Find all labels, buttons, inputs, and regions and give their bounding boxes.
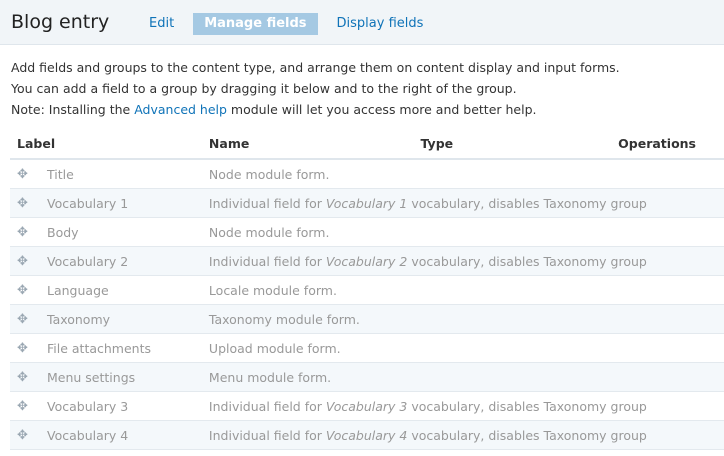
table-row[interactable]: ✥ Vocabulary 1 Individual field for Vocab… <box>10 188 724 218</box>
field-name-cell: Upload module form. <box>208 333 724 363</box>
field-name-cell: Individual field for Vocabulary 3 vocabu… <box>208 391 724 421</box>
drag-handle-icon[interactable]: ✥ <box>10 196 47 211</box>
vocabulary-name: Vocabulary 2 <box>325 253 408 269</box>
page-header: Blog entry Edit Manage fields Display fi… <box>0 0 724 45</box>
field-name-suffix: vocabulary, disables Taxonomy group <box>407 253 647 269</box>
help-line-3-suffix: module will let you access more and bett… <box>226 102 537 117</box>
tabs: Edit Manage fields Display fields <box>138 13 442 35</box>
page-title: Blog entry <box>11 11 110 33</box>
field-label: Vocabulary 3 <box>47 399 129 414</box>
field-label: Body <box>47 225 79 240</box>
column-header-operations: Operations <box>618 128 724 160</box>
field-name-prefix: Individual field for <box>208 195 326 211</box>
fields-table-body: ✥ Title Node module form. ✥ Vocabulary 1 I… <box>10 159 724 450</box>
field-label: Taxonomy <box>47 312 111 327</box>
field-label-cell: ✥ Body <box>10 217 209 247</box>
drag-handle-icon[interactable]: ✥ <box>10 399 47 414</box>
help-line-2: You can add a field to a group by draggi… <box>11 81 517 96</box>
tab-manage-fields[interactable]: Manage fields <box>193 13 318 35</box>
field-name: Node module form. <box>208 224 330 240</box>
field-name-cell: Individual field for Vocabulary 1 vocabu… <box>208 188 724 218</box>
field-label-cell: ✥ Language <box>10 275 209 305</box>
drag-handle-icon[interactable]: ✥ <box>10 312 47 327</box>
field-name-suffix: vocabulary, disables Taxonomy group <box>407 195 647 211</box>
help-line-1: Add fields and groups to the content typ… <box>11 60 620 75</box>
table-row[interactable]: ✥ Body Node module form. <box>10 217 724 247</box>
field-label-cell: ✥ Menu settings <box>10 362 209 392</box>
field-label-cell: ✥ Taxonomy <box>10 304 209 334</box>
field-label-cell: ✥ Vocabulary 1 <box>10 188 209 218</box>
drag-handle-icon[interactable]: ✥ <box>10 167 47 182</box>
field-label-cell: ✥ Vocabulary 4 <box>10 420 209 450</box>
field-label-cell: ✥ Vocabulary 3 <box>10 391 209 421</box>
field-name-suffix: vocabulary, disables Taxonomy group <box>407 398 647 414</box>
field-label: Vocabulary 4 <box>47 428 129 443</box>
help-line-3: Note: Installing the Advanced help modul… <box>11 99 713 120</box>
fields-table: Label Name Type Operations ✥ Title Node m… <box>10 128 724 450</box>
vocabulary-name: Vocabulary 1 <box>325 195 408 211</box>
table-row[interactable]: ✥ File attachments Upload module form. <box>10 333 724 363</box>
field-label: Menu settings <box>47 370 136 385</box>
drag-handle-icon[interactable]: ✥ <box>10 370 47 385</box>
vocabulary-name: Vocabulary 4 <box>325 427 408 443</box>
field-label: Title <box>47 167 74 182</box>
advanced-help-link[interactable]: Advanced help <box>134 102 227 117</box>
help-text: Add fields and groups to the content typ… <box>0 45 724 120</box>
table-header-row: Label Name Type Operations <box>10 128 724 160</box>
table-row[interactable]: ✥ Title Node module form. <box>10 159 724 189</box>
table-row[interactable]: ✥ Vocabulary 4 Individual field for Vocab… <box>10 420 724 450</box>
field-label: Language <box>47 283 109 298</box>
field-name-prefix: Individual field for <box>208 398 326 414</box>
drag-handle-icon[interactable]: ✥ <box>10 428 47 443</box>
field-label-cell: ✥ File attachments <box>10 333 209 363</box>
column-header-type: Type <box>420 128 619 160</box>
table-row[interactable]: ✥ Taxonomy Taxonomy module form. <box>10 304 724 334</box>
table-row[interactable]: ✥ Vocabulary 3 Individual field for Vocab… <box>10 391 724 421</box>
field-label: File attachments <box>47 341 152 356</box>
field-name: Node module form. <box>208 166 330 182</box>
field-name-prefix: Individual field for <box>208 427 326 443</box>
table-row[interactable]: ✥ Language Locale module form. <box>10 275 724 305</box>
field-name: Taxonomy module form. <box>208 311 360 327</box>
column-header-name: Name <box>208 128 421 160</box>
drag-handle-icon[interactable]: ✥ <box>10 283 47 298</box>
field-label: Vocabulary 1 <box>47 196 129 211</box>
help-line-3-prefix: Note: Installing the <box>11 102 135 117</box>
table-row[interactable]: ✥ Vocabulary 2 Individual field for Vocab… <box>10 246 724 276</box>
field-name-cell: Node module form. <box>208 159 724 189</box>
drag-handle-icon[interactable]: ✥ <box>10 341 47 356</box>
field-label: Vocabulary 2 <box>47 254 129 269</box>
drag-handle-icon[interactable]: ✥ <box>10 225 47 240</box>
field-name: Locale module form. <box>208 282 337 298</box>
vocabulary-name: Vocabulary 3 <box>325 398 408 414</box>
field-label-cell: ✥ Vocabulary 2 <box>10 246 209 276</box>
field-name-cell: Individual field for Vocabulary 4 vocabu… <box>208 420 724 450</box>
field-name: Menu module form. <box>208 369 332 385</box>
table-row[interactable]: ✥ Menu settings Menu module form. <box>10 362 724 392</box>
tab-display-fields[interactable]: Display fields <box>326 13 435 35</box>
drag-handle-icon[interactable]: ✥ <box>10 254 47 269</box>
field-name-cell: Locale module form. <box>208 275 724 305</box>
field-name-cell: Node module form. <box>208 217 724 247</box>
field-name-cell: Menu module form. <box>208 362 724 392</box>
tab-edit[interactable]: Edit <box>138 13 185 35</box>
field-name-cell: Individual field for Vocabulary 2 vocabu… <box>208 246 724 276</box>
field-name-suffix: vocabulary, disables Taxonomy group <box>407 427 647 443</box>
field-name-cell: Taxonomy module form. <box>208 304 724 334</box>
field-name-prefix: Individual field for <box>208 253 326 269</box>
field-label-cell: ✥ Title <box>10 159 209 189</box>
field-name: Upload module form. <box>208 340 341 356</box>
column-header-label: Label <box>10 128 209 160</box>
